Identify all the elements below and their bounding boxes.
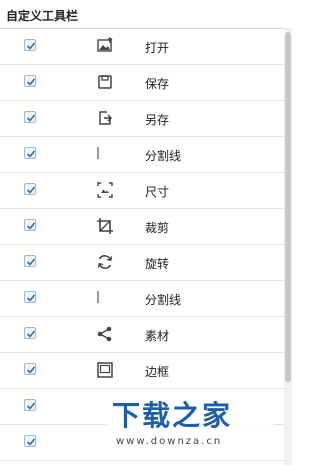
watermark-logo-text: 下载之家 (112, 399, 233, 432)
toolbar-item-checkbox[interactable] (24, 291, 36, 303)
save-as-icon (96, 109, 114, 127)
toolbar-item-row: 裁剪 (0, 209, 284, 245)
watermark: 下载之家 www.downza.cn (106, 392, 274, 458)
toolbar-item-label: 保存 (145, 77, 170, 91)
toolbar-item-checkbox[interactable] (24, 255, 36, 267)
toolbar-item-label: 裁剪 (145, 221, 170, 235)
toolbar-item-checkbox[interactable] (24, 435, 36, 447)
vertical-scrollbar[interactable] (284, 28, 292, 465)
resize-icon (96, 181, 114, 199)
toolbar-item-checkbox[interactable] (24, 39, 36, 51)
toolbar-item-row: 旋转 (0, 245, 284, 281)
watermark-url: www.downza.cn (116, 436, 223, 447)
separator-icon (96, 145, 114, 163)
toolbar-item-checkbox[interactable] (24, 111, 36, 123)
toolbar-item-label: 分割线 (145, 149, 182, 163)
frame-icon (96, 361, 114, 379)
toolbar-item-checkbox[interactable] (24, 183, 36, 195)
toolbar-item-row: 分割线 (0, 137, 284, 173)
toolbar-item-label: 边框 (145, 365, 170, 379)
toolbar-item-checkbox[interactable] (24, 75, 36, 87)
panel-header: 自定义工具栏 (0, 0, 292, 28)
toolbar-item-row: 分割线 (0, 281, 284, 317)
toolbar-item-label: 打开 (145, 41, 170, 55)
toolbar-item-checkbox[interactable] (24, 327, 36, 339)
custom-toolbar-panel: 自定义工具栏 打开 保存 另存 分割线 尺寸 裁剪 旋转 分割线 素材 边框 下载之家 www.d… (0, 0, 292, 465)
toolbar-item-label: 另存 (145, 113, 170, 127)
toolbar-item-row: 尺寸 (0, 173, 284, 209)
rotate-icon (96, 253, 114, 271)
crop-icon (96, 217, 114, 235)
toolbar-item-checkbox[interactable] (24, 363, 36, 375)
separator-icon (96, 289, 114, 307)
toolbar-item-row: 素材 (0, 317, 284, 353)
toolbar-item-checkbox[interactable] (24, 147, 36, 159)
image-upload-icon (96, 37, 114, 55)
toolbar-item-checkbox[interactable] (24, 399, 36, 411)
toolbar-item-label: 素材 (145, 329, 170, 343)
toolbar-item-checkbox[interactable] (24, 219, 36, 231)
toolbar-item-label: 分割线 (145, 293, 182, 307)
toolbar-item-row: 另存 (0, 101, 284, 137)
toolbar-item-label: 旋转 (145, 257, 170, 271)
share-icon (96, 325, 114, 343)
toolbar-item-row: 保存 (0, 65, 284, 101)
panel-title: 自定义工具栏 (6, 9, 79, 23)
scrollbar-thumb[interactable] (285, 32, 291, 382)
save-icon (96, 73, 114, 91)
toolbar-item-row: 打开 (0, 29, 284, 65)
toolbar-item-row: 边框 (0, 353, 284, 389)
toolbar-item-label: 尺寸 (145, 185, 170, 199)
